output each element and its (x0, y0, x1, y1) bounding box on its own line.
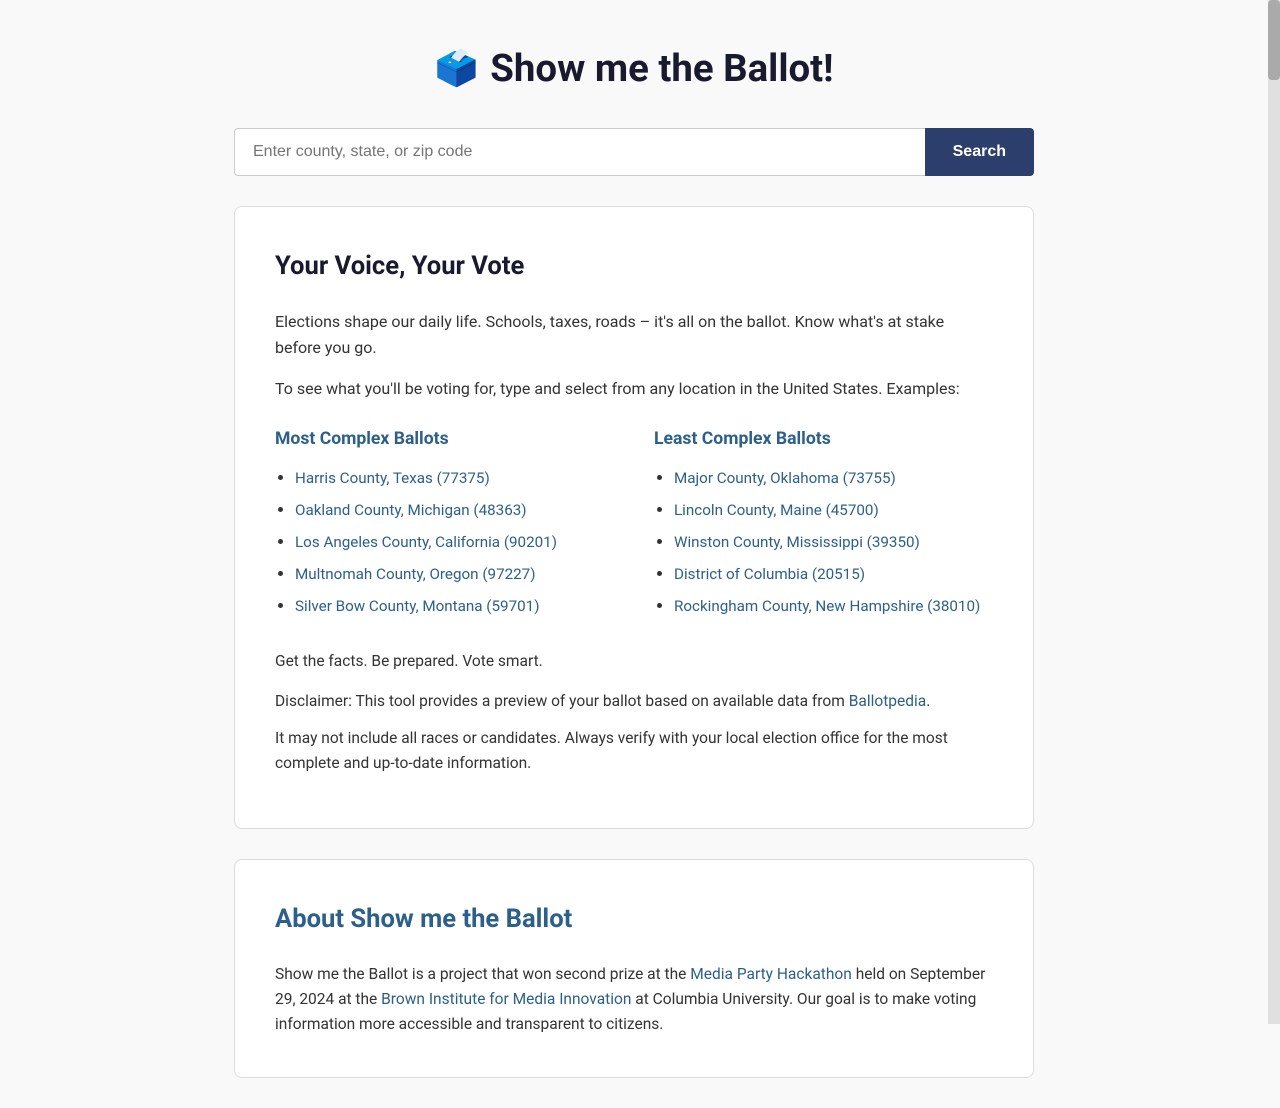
list-item: Major County, Oklahoma (73755) (674, 466, 993, 490)
ballot-icon: 🗳️ (434, 42, 478, 95)
search-section: Search (16, 128, 1252, 176)
search-button[interactable]: Search (925, 128, 1034, 176)
disclaimer-1: Disclaimer: This tool provides a preview… (275, 689, 993, 714)
most-complex-title: Most Complex Ballots (275, 426, 614, 452)
divider-section: Get the facts. Be prepared. Vote smart. … (275, 650, 993, 776)
least-complex-column: Least Complex Ballots Major County, Okla… (654, 426, 993, 626)
disclaimer-2: It may not include all races or candidat… (275, 726, 993, 776)
ballot-link[interactable]: Major County, Oklahoma (73755) (674, 469, 896, 487)
ballot-link[interactable]: Winston County, Mississippi (39350) (674, 533, 920, 551)
list-item: Rockingham County, New Hampshire (38010) (674, 594, 993, 618)
about-title: About Show me the Ballot (275, 900, 993, 938)
page-header: 🗳️ Show me the Ballot! (16, 0, 1252, 128)
ballot-link[interactable]: Rockingham County, New Hampshire (38010) (674, 597, 980, 615)
ballot-link[interactable]: Silver Bow County, Montana (59701) (295, 597, 539, 615)
main-card-title: Your Voice, Your Vote (275, 247, 993, 285)
disclaimer-suffix: . (926, 692, 930, 710)
most-complex-column: Most Complex Ballots Harris County, Texa… (275, 426, 614, 626)
ballot-link[interactable]: Multnomah County, Oregon (97227) (295, 565, 536, 583)
search-container: Search (234, 128, 1034, 176)
about-section: About Show me the Ballot Show me the Bal… (234, 859, 1034, 1078)
least-complex-title: Least Complex Ballots (654, 426, 993, 452)
most-complex-list: Harris County, Texas (77375) Oakland Coun… (275, 466, 614, 618)
list-item: District of Columbia (20515) (674, 562, 993, 586)
ballot-link[interactable]: Los Angeles County, California (90201) (295, 533, 557, 551)
list-item: Multnomah County, Oregon (97227) (295, 562, 614, 586)
list-item: Lincoln County, Maine (45700) (674, 498, 993, 522)
list-item: Oakland County, Michigan (48363) (295, 498, 614, 522)
ballot-link[interactable]: Oakland County, Michigan (48363) (295, 501, 527, 519)
list-item: Silver Bow County, Montana (59701) (295, 594, 614, 618)
ballotpedia-link[interactable]: Ballotpedia (849, 692, 926, 710)
list-item: Los Angeles County, California (90201) (295, 530, 614, 554)
ballot-link[interactable]: Lincoln County, Maine (45700) (674, 501, 879, 519)
media-party-link[interactable]: Media Party Hackathon (690, 965, 852, 983)
intro-paragraph-2: To see what you'll be voting for, type a… (275, 376, 993, 402)
intro-paragraph-1: Elections shape our daily life. Schools,… (275, 309, 993, 360)
list-item: Harris County, Texas (77375) (295, 466, 614, 490)
search-input[interactable] (234, 128, 925, 176)
about-text-before-link1: Show me the Ballot is a project that won… (275, 965, 690, 983)
ballot-link[interactable]: Harris County, Texas (77375) (295, 469, 490, 487)
page-title: Show me the Ballot! (490, 40, 833, 98)
tagline: Get the facts. Be prepared. Vote smart. (275, 650, 993, 673)
least-complex-list: Major County, Oklahoma (73755) Lincoln Co… (654, 466, 993, 618)
ballot-link[interactable]: District of Columbia (20515) (674, 565, 865, 583)
main-content-card: Your Voice, Your Vote Elections shape ou… (234, 206, 1034, 829)
about-text: Show me the Ballot is a project that won… (275, 962, 993, 1036)
brown-institute-link[interactable]: Brown Institute for Media Innovation (381, 990, 631, 1008)
disclaimer-text-before: Disclaimer: This tool provides a preview… (275, 692, 849, 710)
list-item: Winston County, Mississippi (39350) (674, 530, 993, 554)
ballots-columns: Most Complex Ballots Harris County, Texa… (275, 426, 993, 626)
